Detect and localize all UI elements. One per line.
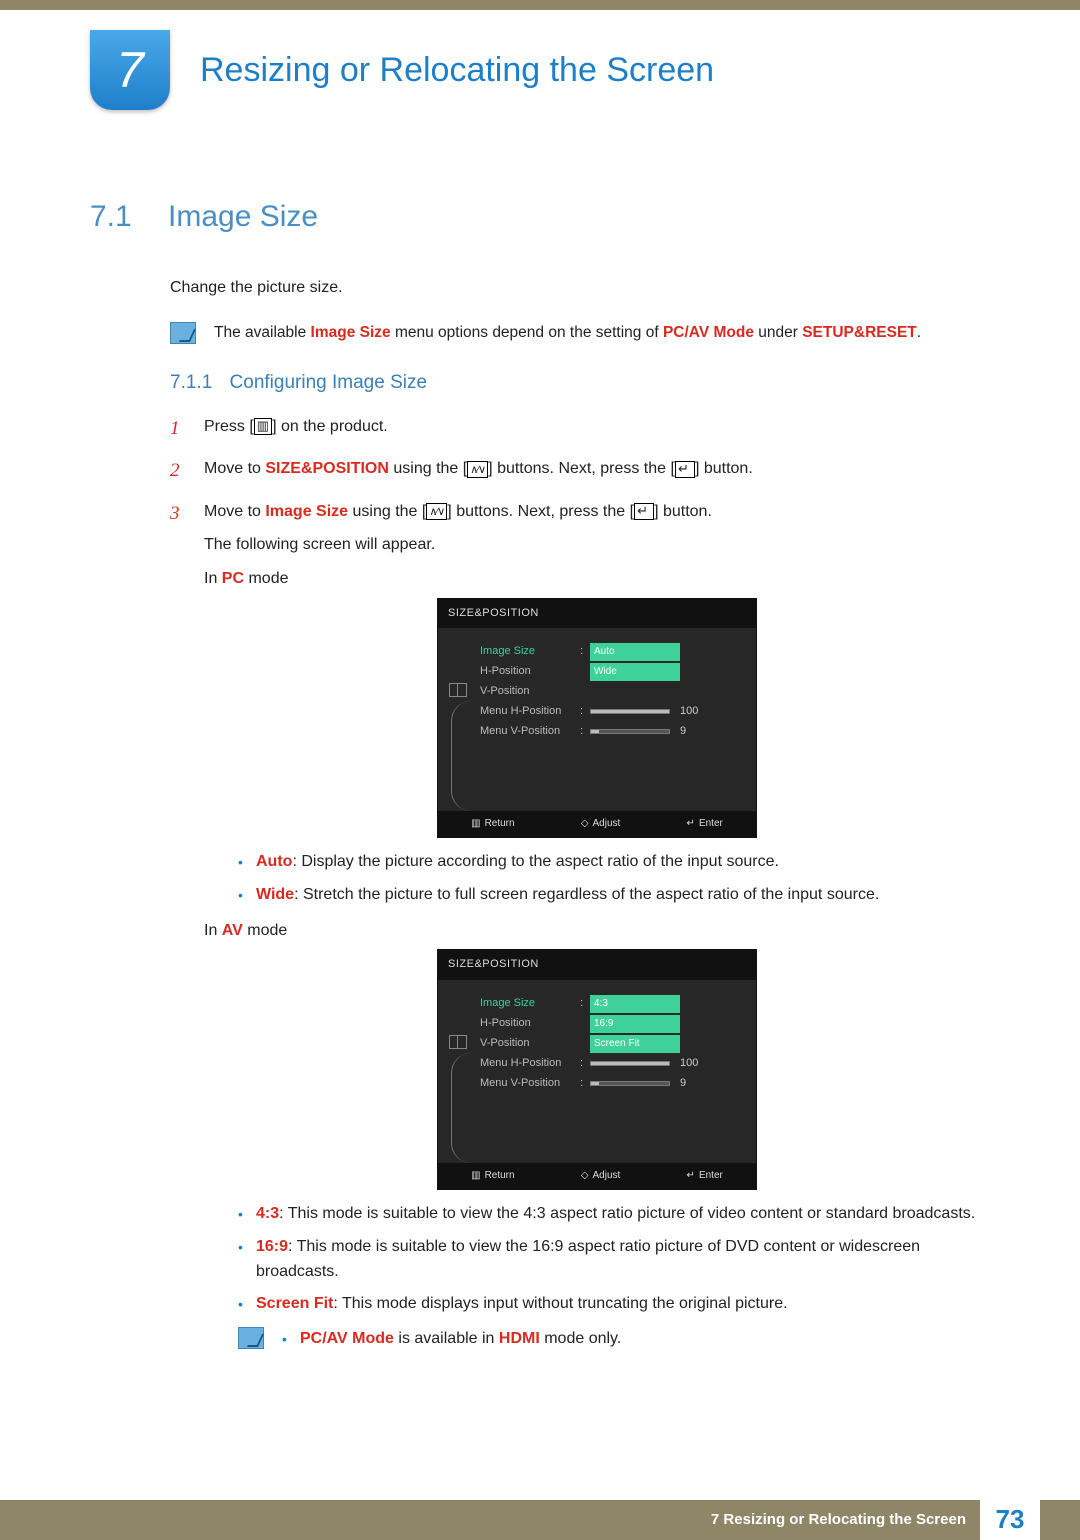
osd-footer: Return Adjust Enter [438, 811, 756, 837]
chapter-title: Resizing or Relocating the Screen [200, 51, 714, 90]
step-body: Press [] on the product. [204, 414, 990, 444]
mode-label-pc: In PC mode [204, 566, 990, 592]
bullet-screen-fit: Screen Fit: This mode displays input wit… [238, 1292, 990, 1317]
step-number: 3 [170, 499, 186, 1388]
av-bullets: 4:3: This mode is suitable to view the 4… [238, 1202, 990, 1317]
bullet-wide: Wide: Stretch the picture to full screen… [238, 883, 990, 908]
note-box-1: The available Image Size menu options de… [170, 322, 990, 344]
section-intro: Change the picture size. [170, 279, 990, 297]
step-number: 1 [170, 414, 186, 444]
step-1: 1 Press [] on the product. [170, 414, 990, 444]
updown-icon [426, 503, 447, 520]
bullet-4-3: 4:3: This mode is suitable to view the 4… [238, 1202, 990, 1227]
enter-icon [675, 461, 695, 478]
osd-position-icon [449, 1035, 467, 1049]
step-body: Move to SIZE&POSITION using the [] butto… [204, 456, 990, 486]
subsection-number: 7.1.1 [170, 372, 212, 393]
note-text: The available Image Size menu options de… [214, 322, 921, 344]
osd-title: SIZE&POSITION [438, 950, 756, 980]
osd-slider [590, 1081, 670, 1086]
steps-list: 1 Press [] on the product. 2 Move to SIZ… [170, 414, 990, 1388]
page-footer: 7 Resizing or Relocating the Screen 73 [0, 1500, 1080, 1540]
step-appear: The following screen will appear. [204, 532, 990, 558]
bullet-16-9: 16:9: This mode is suitable to view the … [238, 1235, 990, 1285]
footer-page-number: 73 [980, 1500, 1040, 1540]
osd-slider [590, 1061, 670, 1066]
note-box-2: PC/AV Mode is available in HDMI mode onl… [238, 1327, 990, 1360]
osd-footer: Return Adjust Enter [438, 1163, 756, 1189]
chapter-number-tab: 7 [90, 30, 170, 110]
osd-position-icon [449, 683, 467, 697]
osd-screenshot-av: SIZE&POSITION Image Size:4:3 H-Position1… [437, 949, 757, 1190]
section-heading: 7.1 Image Size [90, 200, 990, 234]
osd-title: SIZE&POSITION [438, 599, 756, 629]
mode-label-av: In AV mode [204, 918, 990, 944]
pc-bullets: Auto: Display the picture according to t… [238, 850, 990, 908]
top-bar [0, 0, 1080, 10]
bullet-auto: Auto: Display the picture according to t… [238, 850, 990, 875]
subsection-heading: 7.1.1 Configuring Image Size [170, 372, 990, 394]
subsection-title: Configuring Image Size [230, 372, 428, 393]
footer-chapter: 7 Resizing or Relocating the Screen [711, 1511, 980, 1528]
step-number: 2 [170, 456, 186, 486]
page-content: 7.1 Image Size Change the picture size. … [0, 110, 1080, 1440]
menu-icon [254, 418, 272, 435]
step-3: 3 Move to Image Size using the [] button… [170, 499, 990, 1388]
updown-icon [467, 461, 488, 478]
osd-slider [590, 709, 670, 714]
section-title: Image Size [168, 200, 318, 234]
note-bullet: PC/AV Mode is available in HDMI mode onl… [282, 1327, 621, 1352]
osd-slider [590, 729, 670, 734]
section-number: 7.1 [90, 200, 140, 234]
osd-screenshot-pc: SIZE&POSITION Image Size:Auto H-Position… [437, 598, 757, 839]
note-icon [238, 1327, 264, 1349]
step-body: Move to Image Size using the [] buttons.… [204, 499, 990, 1388]
step-2: 2 Move to SIZE&POSITION using the [] but… [170, 456, 990, 486]
enter-icon [634, 503, 654, 520]
note-icon [170, 322, 196, 344]
chapter-header: 7 Resizing or Relocating the Screen [0, 10, 1080, 110]
